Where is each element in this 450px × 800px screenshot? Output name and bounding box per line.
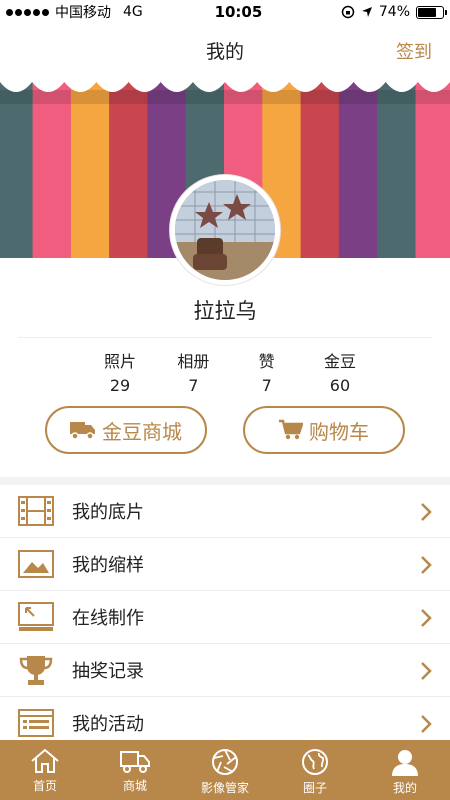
- tab-label: 我的: [392, 781, 417, 795]
- username: 拉拉乌: [193, 299, 257, 323]
- user-icon: [392, 750, 418, 776]
- battery-percent: 74%: [378, 4, 410, 20]
- stat-label: 相册: [177, 352, 210, 371]
- menu-item-lottery-records[interactable]: 抽奖记录: [0, 644, 450, 697]
- gold-bean-mall-button[interactable]: 金豆商城: [45, 406, 207, 454]
- cart-icon: [279, 419, 303, 440]
- page-title: 我的: [205, 40, 244, 63]
- bottom-tab-bar: 首页 商城 影像管家 圈子 我的: [0, 740, 450, 800]
- globe-icon: [302, 749, 328, 775]
- stat-albums[interactable]: 相册 7: [163, 348, 223, 395]
- menu-item-thumbnails[interactable]: 我的缩样: [0, 538, 450, 591]
- avatar-photo: [175, 180, 275, 280]
- shopping-cart-button[interactable]: 购物车: [243, 406, 405, 454]
- trophy-icon: [18, 653, 54, 687]
- checkin-button[interactable]: 签到: [396, 38, 432, 64]
- tab-label: 商城: [122, 779, 147, 793]
- menu-item-label: 在线制作: [72, 608, 144, 629]
- nav-bar: 我的 签到: [0, 24, 450, 76]
- stat-likes[interactable]: 赞 7: [237, 348, 297, 395]
- rotation-lock-icon: [341, 5, 355, 19]
- tab-image-manager[interactable]: 影像管家: [180, 740, 270, 800]
- status-left: 中国移动 4G: [6, 2, 176, 22]
- stats-divider: [18, 337, 432, 338]
- status-right: 74%: [341, 4, 447, 20]
- tab-circle[interactable]: 圈子: [270, 740, 360, 800]
- battery-icon: [416, 5, 447, 19]
- image-icon: [18, 547, 54, 581]
- chevron-right-icon: [421, 556, 432, 574]
- location-icon: [361, 7, 372, 17]
- status-bar: 中国移动 4G 10:05 74%: [0, 0, 450, 24]
- monitor-icon: [18, 600, 54, 634]
- section-divider: [0, 477, 450, 485]
- aperture-icon: [212, 749, 238, 775]
- menu-list: 我的底片 我的缩样 在线制作 抽奖记录 我的活动: [0, 485, 450, 750]
- carrier-label: 中国移动: [55, 5, 111, 21]
- cart-label: 购物车: [309, 419, 369, 444]
- menu-item-label: 我的缩样: [72, 555, 144, 576]
- stat-value: 29: [109, 376, 131, 395]
- mall-label: 金豆商城: [102, 419, 182, 444]
- chevron-right-icon: [421, 662, 432, 680]
- chevron-right-icon: [421, 503, 432, 521]
- stat-label: 赞: [258, 352, 275, 371]
- stats-row: 照片 29 相册 7 赞 7 金豆 60: [90, 348, 370, 395]
- menu-item-label: 我的底片: [72, 502, 144, 523]
- signal-icon: [6, 8, 49, 16]
- menu-item-negatives[interactable]: 我的底片: [0, 485, 450, 538]
- menu-item-label: 抽奖记录: [72, 661, 144, 682]
- stat-label: 金豆: [323, 352, 356, 371]
- status-time: 10:05: [214, 3, 263, 21]
- tab-home[interactable]: 首页: [0, 740, 90, 800]
- network-label: 4G: [123, 4, 143, 20]
- tab-label: 影像管家: [200, 781, 249, 795]
- tab-label: 圈子: [302, 781, 327, 795]
- tab-mall[interactable]: 商城: [90, 740, 180, 800]
- stat-photos[interactable]: 照片 29: [90, 348, 150, 395]
- tab-label: 首页: [32, 779, 57, 793]
- banner-band: [0, 90, 450, 104]
- home-icon: [31, 748, 59, 773]
- stat-gold-beans[interactable]: 金豆 60: [310, 348, 370, 395]
- tab-mine[interactable]: 我的: [360, 740, 450, 800]
- chevron-right-icon: [421, 715, 432, 733]
- stat-value: 7: [261, 376, 272, 395]
- stat-value: 7: [188, 376, 199, 395]
- film-icon: [18, 494, 54, 528]
- list-icon: [18, 706, 54, 740]
- chevron-right-icon: [421, 609, 432, 627]
- truck-icon: [120, 751, 150, 773]
- avatar[interactable]: [170, 175, 280, 285]
- menu-item-online-create[interactable]: 在线制作: [0, 591, 450, 644]
- stat-value: 60: [329, 376, 351, 395]
- stat-label: 照片: [103, 352, 136, 371]
- truck-icon: [70, 422, 95, 440]
- menu-item-label: 我的活动: [72, 714, 144, 735]
